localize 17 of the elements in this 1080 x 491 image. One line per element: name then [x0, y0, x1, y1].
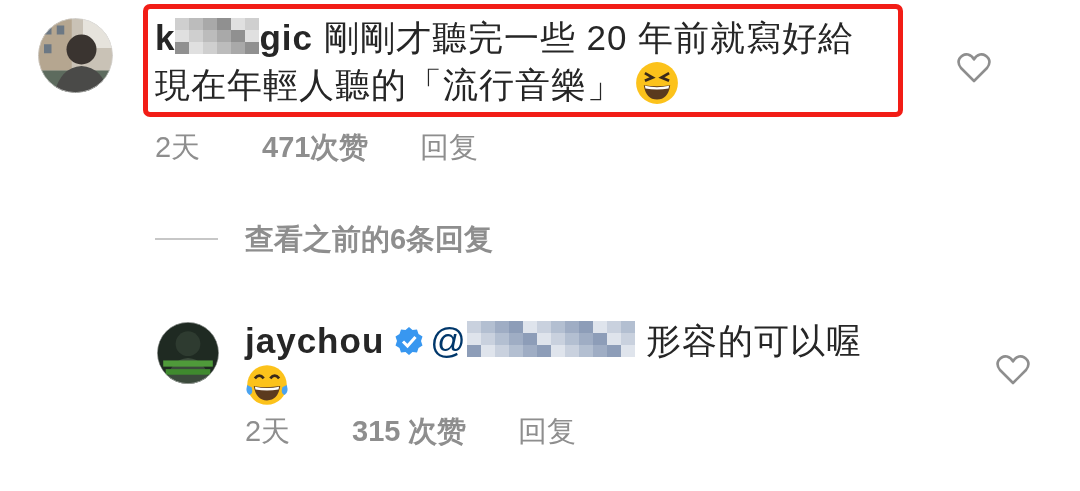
timestamp: 2天 [155, 130, 202, 165]
comment-text: 剛剛才聽完一些 20 年前就寫好給 [323, 18, 855, 57]
view-replies-link[interactable]: 查看之前的6条回复 [245, 221, 494, 257]
reply-text: 形容的可以喔 [645, 321, 862, 360]
timestamp: 2天 [245, 414, 292, 449]
like-count[interactable]: 471次赞 [262, 129, 369, 165]
reply-link[interactable]: 回复 [420, 129, 479, 165]
comment-text: 現在年輕人聽的「流行音樂」 [155, 65, 623, 104]
like-count[interactable]: 315 次赞 [352, 413, 467, 449]
grinning-squint-emoji-icon [635, 61, 679, 105]
heart-icon[interactable] [995, 354, 1031, 386]
tears-of-joy-emoji-icon [245, 363, 289, 407]
username[interactable]: jaychou [245, 321, 385, 360]
heart-icon[interactable] [956, 52, 992, 84]
reply-link[interactable]: 回复 [518, 413, 577, 449]
username[interactable]: k gic [155, 18, 314, 57]
mention-link[interactable]: @ [430, 321, 635, 360]
